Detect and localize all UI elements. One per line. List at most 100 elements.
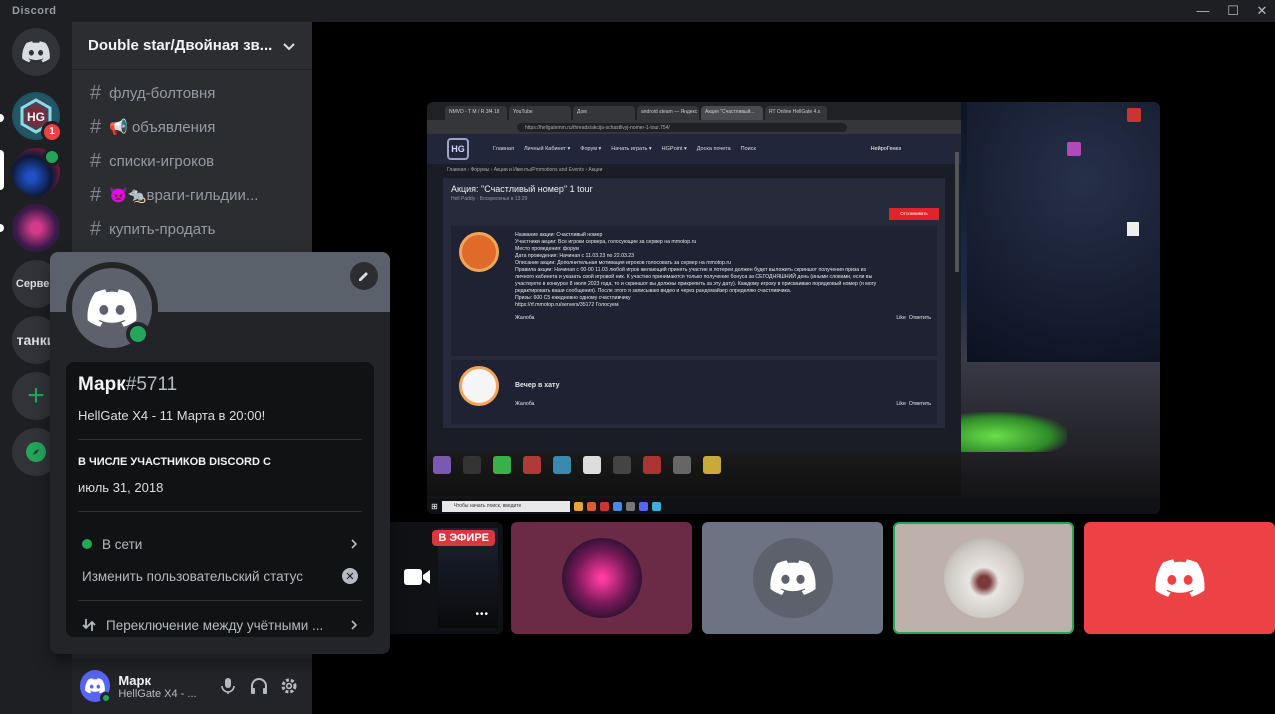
- divider: [78, 439, 362, 440]
- hash-icon: #: [90, 149, 102, 172]
- site-nav-item: HGPoint ▾: [661, 146, 687, 152]
- forum-topic: Акция: "Счастливый номер" 1 tour Hell Pa…: [443, 178, 945, 428]
- presence-selector[interactable]: В сети: [78, 528, 362, 560]
- user-status: HellGate X4 - ...: [118, 687, 197, 700]
- profile-body: Марк#5711 HellGate X4 - 11 Марта в 20:00…: [66, 362, 374, 637]
- site-nav-item: Доска почета: [696, 146, 731, 152]
- site-nav-item: Главная: [493, 146, 514, 152]
- participant-avatar: [943, 538, 1024, 618]
- switch-accounts-row[interactable]: Переключение между учётными ...: [78, 609, 362, 641]
- member-since-date: июль 31, 2018: [78, 480, 164, 495]
- change-status-label: Изменить пользовательский статус: [82, 568, 304, 584]
- channel-item[interactable]: # флуд-болтовня: [80, 76, 304, 110]
- change-status-row[interactable]: Изменить пользовательский статус ✕: [78, 560, 362, 592]
- site-nav: HG Главная Личный Кабинет ▾ Форум ▾ Нача…: [427, 134, 961, 164]
- more-options-icon[interactable]: •••: [475, 609, 489, 620]
- screen-share-view[interactable]: NMVD - T M / R 3f4 1ll YouTube Дом andro…: [427, 102, 1160, 514]
- taskbar-search: Чтобы начать поиск, введите: [441, 500, 570, 512]
- channel-name: 👿🐀враги-гильдии...: [109, 187, 259, 204]
- server-header[interactable]: Double star/Двойная зв...: [72, 22, 312, 70]
- discord-logo-icon: [85, 678, 106, 694]
- topic-title: Акция: "Счастливый номер" 1 tour: [451, 184, 593, 194]
- scrollbar: [955, 152, 959, 272]
- switch-accounts-label: Переключение между учётными ...: [106, 617, 324, 633]
- hash-icon: #: [90, 217, 102, 240]
- chevron-right-icon: [351, 620, 358, 630]
- profile-discriminator: #5711: [125, 374, 178, 395]
- home-button[interactable]: [12, 28, 60, 76]
- browser-tab: YouTube: [509, 106, 571, 120]
- channel-name: флуд-болтовня: [109, 84, 216, 102]
- channel-item[interactable]: # 👿🐀враги-гильдии...: [80, 178, 304, 212]
- channel-item[interactable]: # купить-продать: [80, 212, 304, 246]
- unread-pill: [0, 224, 4, 232]
- compass-icon: [26, 442, 46, 462]
- headphones-icon: [250, 678, 267, 694]
- topic-meta: Hell Paddy · Воскресенье в 13:29: [451, 196, 528, 202]
- discord-logo-icon: [87, 288, 137, 327]
- site-nav-item: Форум ▾: [580, 146, 602, 152]
- plus-icon: +: [27, 379, 45, 412]
- post-avatar: [459, 366, 499, 406]
- user-panel: Марк HellGate X4 - ...: [72, 658, 312, 714]
- post-avatar: [459, 232, 499, 272]
- hash-icon: #: [90, 115, 102, 138]
- browser-tab: android steam — Яндекс: [637, 106, 699, 120]
- minimize-button[interactable]: —: [1195, 3, 1211, 19]
- close-button[interactable]: ✕: [1254, 3, 1270, 19]
- participant-avatar: [1139, 538, 1220, 618]
- online-status-icon: [126, 322, 150, 346]
- browser-tab: Дом: [573, 106, 635, 120]
- mute-button[interactable]: [213, 670, 243, 702]
- title-bar: Discord — ☐ ✕: [0, 0, 1275, 22]
- microphone-icon: [221, 678, 236, 694]
- subscribe-button: Отслеживать: [889, 208, 939, 220]
- clear-status-icon[interactable]: ✕: [342, 568, 358, 584]
- selected-pill: [0, 150, 4, 190]
- channel-item[interactable]: # списки-игроков: [80, 144, 304, 178]
- site-nav-item: Личный Кабинет ▾: [523, 146, 571, 152]
- windows-start-icon: ⊞: [431, 501, 438, 511]
- chevron-down-icon: [283, 42, 295, 50]
- participant-avatar: [561, 538, 642, 618]
- participant-avatar: [752, 538, 833, 618]
- desktop-wallpaper-tent: [947, 412, 1067, 452]
- discord-logo-icon: [22, 41, 50, 63]
- divider: [78, 511, 362, 512]
- server-name: Double star/Двойная зв...: [88, 37, 273, 54]
- tile-participant[interactable]: [702, 522, 883, 634]
- discord-logo-icon: [769, 560, 816, 595]
- mention-badge: 1: [41, 121, 63, 143]
- settings-button[interactable]: [274, 670, 304, 702]
- edit-profile-button[interactable]: [350, 262, 378, 290]
- channel-name: купить-продать: [109, 220, 216, 238]
- tile-participant-speaking[interactable]: [893, 522, 1074, 634]
- site-user: НейроГенез: [870, 146, 901, 152]
- maximize-button[interactable]: ☐: [1225, 3, 1241, 19]
- svg-text:HG: HG: [27, 110, 45, 124]
- divider: [78, 600, 362, 601]
- channel-name: 📢 объявления: [109, 119, 216, 136]
- browser-tab-active: Акция "Счастливый...: [701, 106, 763, 120]
- forum-post: Вечер в хату Жалоба Like Ответить: [451, 360, 937, 424]
- tile-participant[interactable]: [511, 522, 692, 634]
- switch-accounts-icon: [82, 619, 96, 631]
- avatar[interactable]: [80, 670, 113, 704]
- user-info[interactable]: Марк HellGate X4 - ...: [118, 673, 213, 700]
- online-status-icon: [100, 692, 113, 704]
- custom-status: HellGate X4 - 11 Марта в 20:00!: [78, 408, 266, 423]
- guild-icon-anime[interactable]: [12, 204, 60, 252]
- channel-item[interactable]: # 📢 объявления: [80, 110, 304, 144]
- site-nav-item: Поиск: [740, 146, 756, 152]
- app-brand: Discord: [12, 5, 57, 17]
- profile-popout: Марк#5711 HellGate X4 - 11 Марта в 20:00…: [50, 252, 390, 654]
- desktop-icon: [1127, 108, 1141, 122]
- breadcrumb: Главная › Форумы › Акции и Ивенты/Promot…: [447, 167, 603, 173]
- online-dot-icon: [82, 539, 92, 549]
- hg-logo-icon: HG: [447, 138, 469, 160]
- tile-participant[interactable]: [1084, 522, 1275, 634]
- post-body: Название акции: Счастливый номер Участни…: [515, 232, 931, 321]
- profile-username: Марк#5711: [78, 374, 178, 395]
- post-body: Вечер в хату Жалоба Like Ответить: [515, 382, 931, 407]
- deafen-button[interactable]: [243, 670, 273, 702]
